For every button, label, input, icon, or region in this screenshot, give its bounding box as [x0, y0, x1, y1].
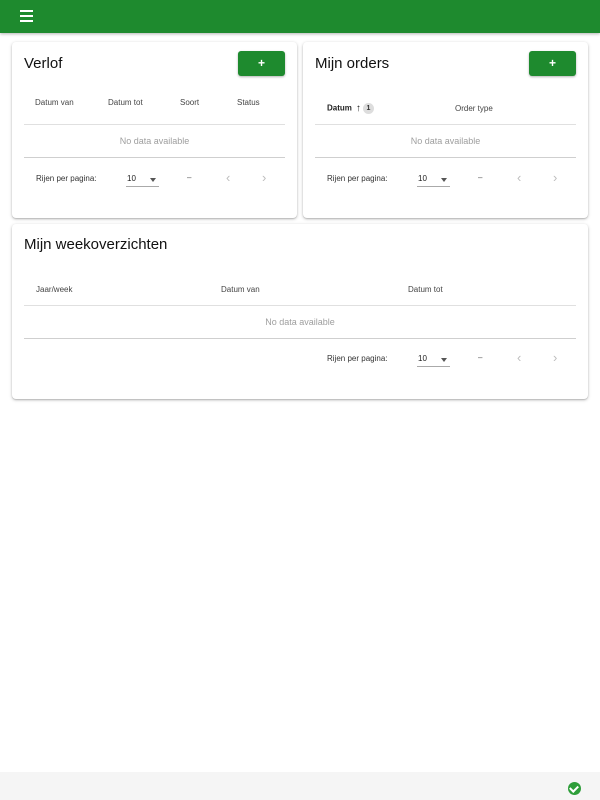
column-header-datum-tot[interactable]: Datum tot — [108, 98, 143, 107]
add-verlof-button[interactable]: + — [238, 51, 285, 76]
column-header-datum-van[interactable]: Datum van — [221, 285, 260, 294]
orders-title: Mijn orders — [315, 55, 390, 72]
chevron-left-icon[interactable]: ‹ — [517, 351, 521, 364]
empty-message: No data available — [265, 317, 335, 327]
column-header-order-type[interactable]: Order type — [455, 104, 493, 113]
menu-icon[interactable] — [16, 9, 38, 25]
column-header-datum-tot[interactable]: Datum tot — [408, 285, 443, 294]
footer-divider — [24, 157, 285, 158]
rows-per-page-value: 10 — [418, 354, 427, 363]
page-range: – — [478, 173, 483, 182]
chevron-left-icon[interactable]: ‹ — [517, 171, 521, 184]
rows-per-page-select[interactable]: 10 — [417, 172, 450, 187]
column-header-datum-label: Datum — [327, 103, 352, 113]
add-order-button[interactable]: + — [529, 51, 576, 76]
week-title: Mijn weekoverzichten — [24, 236, 168, 253]
footer-divider — [24, 338, 576, 339]
rows-per-page-select[interactable]: 10 — [126, 172, 159, 187]
check-circle-icon — [568, 782, 581, 795]
footer-bar — [0, 772, 600, 800]
page-range: – — [478, 353, 483, 362]
column-header-status[interactable]: Status — [237, 98, 260, 107]
app-bar — [0, 0, 600, 33]
column-header-jaar-week[interactable]: Jaar/week — [36, 285, 72, 294]
chevron-down-icon — [150, 178, 156, 182]
header-divider — [24, 124, 285, 125]
chevron-right-icon[interactable]: › — [553, 171, 557, 184]
rows-per-page-select[interactable]: 10 — [417, 352, 450, 367]
rows-per-page-value: 10 — [418, 174, 427, 183]
empty-message: No data available — [119, 136, 190, 146]
verlof-title: Verlof — [24, 55, 63, 72]
header-divider — [24, 305, 576, 306]
chevron-down-icon — [441, 358, 447, 362]
chevron-right-icon[interactable]: › — [262, 171, 266, 184]
rows-per-page-label: Rijen per pagina: — [327, 174, 388, 183]
page-range: – — [187, 173, 192, 182]
column-header-soort[interactable]: Soort — [180, 98, 199, 107]
header-divider — [315, 124, 576, 125]
sort-order-badge: 1 — [362, 103, 374, 114]
chevron-left-icon[interactable]: ‹ — [226, 171, 230, 184]
rows-per-page-value: 10 — [127, 174, 136, 183]
column-header-datum-van[interactable]: Datum van — [35, 98, 74, 107]
empty-message: No data available — [410, 136, 481, 146]
chevron-right-icon[interactable]: › — [553, 351, 557, 364]
chevron-down-icon — [441, 178, 447, 182]
footer-divider — [315, 157, 576, 158]
arrow-up-icon: ↑ — [355, 103, 361, 114]
column-header-datum[interactable]: Datum ↑ 1 — [327, 103, 374, 114]
rows-per-page-label: Rijen per pagina: — [36, 174, 97, 183]
rows-per-page-label: Rijen per pagina: — [327, 354, 388, 363]
